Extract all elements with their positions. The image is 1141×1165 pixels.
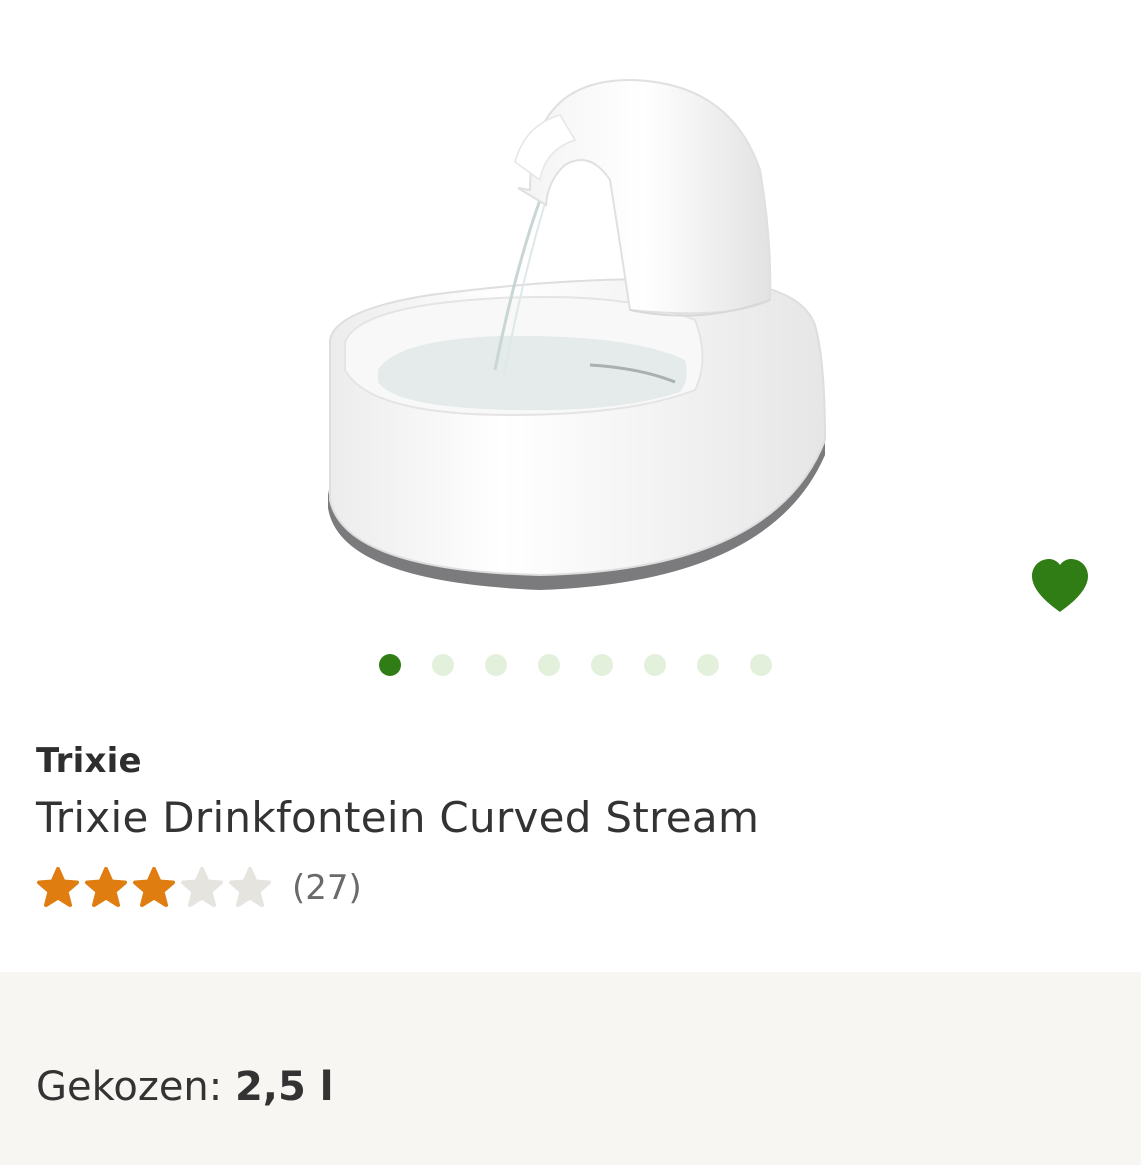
gallery-dot[interactable] — [485, 654, 507, 676]
star-icon — [37, 867, 79, 907]
variant-label: Gekozen: — [36, 1064, 223, 1110]
gallery-dot[interactable] — [432, 654, 454, 676]
product-image-gallery[interactable] — [0, 0, 1141, 700]
review-count[interactable]: (27) — [292, 868, 362, 908]
product-title: Trixie Drinkfontein Curved Stream — [36, 793, 760, 842]
gallery-pagination — [379, 654, 772, 676]
gallery-dot[interactable] — [538, 654, 560, 676]
product-image — [328, 78, 827, 590]
product-rating[interactable]: (27) — [36, 866, 362, 910]
star-icon — [133, 867, 175, 907]
variant-selector[interactable]: Gekozen: 2,5 l — [0, 972, 1141, 1165]
variant-value: 2,5 l — [234, 1064, 334, 1110]
heart-icon[interactable] — [1028, 556, 1092, 614]
star-icon — [181, 867, 223, 907]
gallery-dot[interactable] — [697, 654, 719, 676]
product-brand[interactable]: Trixie — [36, 741, 142, 781]
gallery-dot[interactable] — [750, 654, 772, 676]
gallery-dot[interactable] — [379, 654, 401, 676]
rating-stars — [36, 866, 272, 910]
gallery-dot[interactable] — [591, 654, 613, 676]
gallery-dot[interactable] — [644, 654, 666, 676]
variant-selected: Gekozen: 2,5 l — [36, 1064, 333, 1110]
star-icon — [229, 867, 271, 907]
star-icon — [85, 867, 127, 907]
